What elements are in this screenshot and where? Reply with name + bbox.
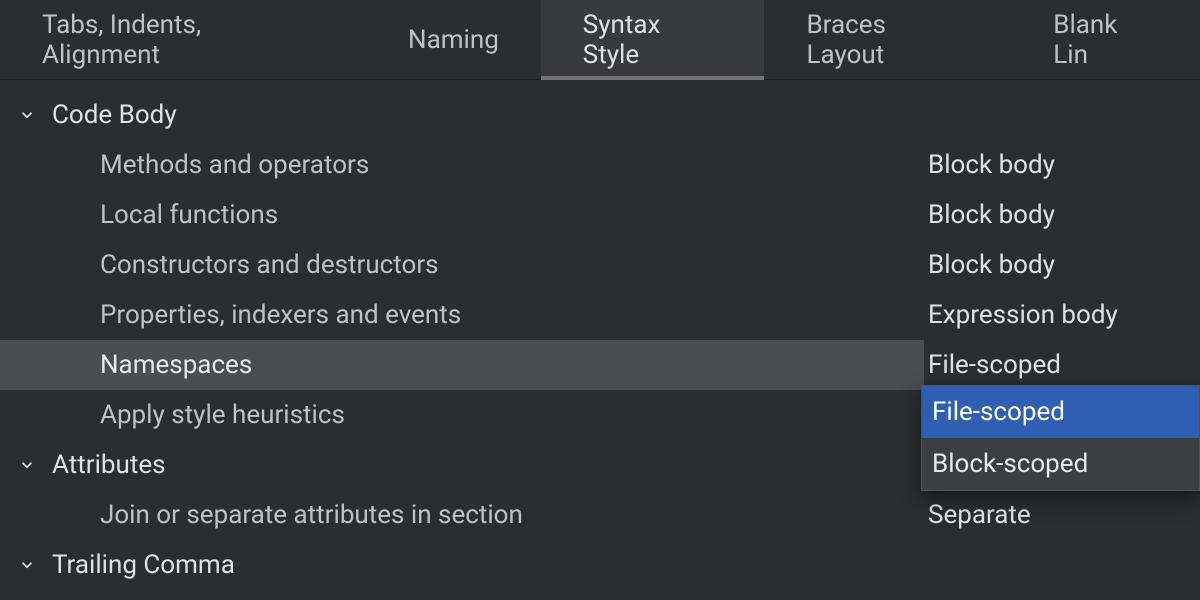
setting-namespaces[interactable]: Namespaces File-scoped [0, 340, 1200, 390]
dropdown-option-block-scoped[interactable]: Block-scoped [922, 438, 1199, 490]
group-code-body[interactable]: Code Body [0, 90, 1200, 140]
setting-value[interactable]: Block body [924, 200, 1055, 230]
setting-local-functions[interactable]: Local functions Block body [0, 190, 1200, 240]
settings-content: Code Body Methods and operators Block bo… [0, 80, 1200, 590]
group-trailing-comma[interactable]: Trailing Comma [0, 540, 1200, 590]
chevron-down-icon[interactable] [0, 106, 52, 124]
setting-label: Methods and operators [100, 150, 924, 180]
tabbar: Tabs, Indents, Alignment Naming Syntax S… [0, 0, 1200, 80]
setting-properties-indexers-events[interactable]: Properties, indexers and events Expressi… [0, 290, 1200, 340]
setting-value[interactable]: Expression body [924, 300, 1118, 330]
tab-tabs-indents-alignment[interactable]: Tabs, Indents, Alignment [0, 0, 366, 79]
group-label: Trailing Comma [52, 550, 235, 580]
group-label: Attributes [52, 450, 166, 480]
setting-label: Namespaces [100, 350, 924, 380]
setting-label: Join or separate attributes in section [100, 500, 924, 530]
group-label: Code Body [52, 100, 177, 130]
dropdown-option-file-scoped[interactable]: File-scoped [922, 386, 1199, 438]
tab-naming[interactable]: Naming [366, 0, 541, 79]
setting-label: Local functions [100, 200, 924, 230]
setting-methods-and-operators[interactable]: Methods and operators Block body [0, 140, 1200, 190]
tab-syntax-style[interactable]: Syntax Style [541, 0, 765, 79]
setting-constructors-and-destructors[interactable]: Constructors and destructors Block body [0, 240, 1200, 290]
setting-label: Apply style heuristics [100, 400, 924, 430]
setting-label: Constructors and destructors [100, 250, 924, 280]
chevron-down-icon[interactable] [0, 556, 52, 574]
setting-join-or-separate-attributes[interactable]: Join or separate attributes in section S… [0, 490, 1200, 540]
chevron-down-icon[interactable] [0, 456, 52, 474]
setting-value[interactable]: File-scoped [924, 350, 1061, 380]
namespaces-dropdown[interactable]: File-scoped Block-scoped [921, 385, 1200, 491]
setting-value[interactable]: Block body [924, 150, 1055, 180]
tab-braces-layout[interactable]: Braces Layout [764, 0, 1011, 79]
setting-value[interactable]: Block body [924, 250, 1055, 280]
setting-label: Properties, indexers and events [100, 300, 924, 330]
tab-blank-lines[interactable]: Blank Lin [1011, 0, 1200, 79]
setting-value[interactable]: Separate [924, 500, 1031, 530]
